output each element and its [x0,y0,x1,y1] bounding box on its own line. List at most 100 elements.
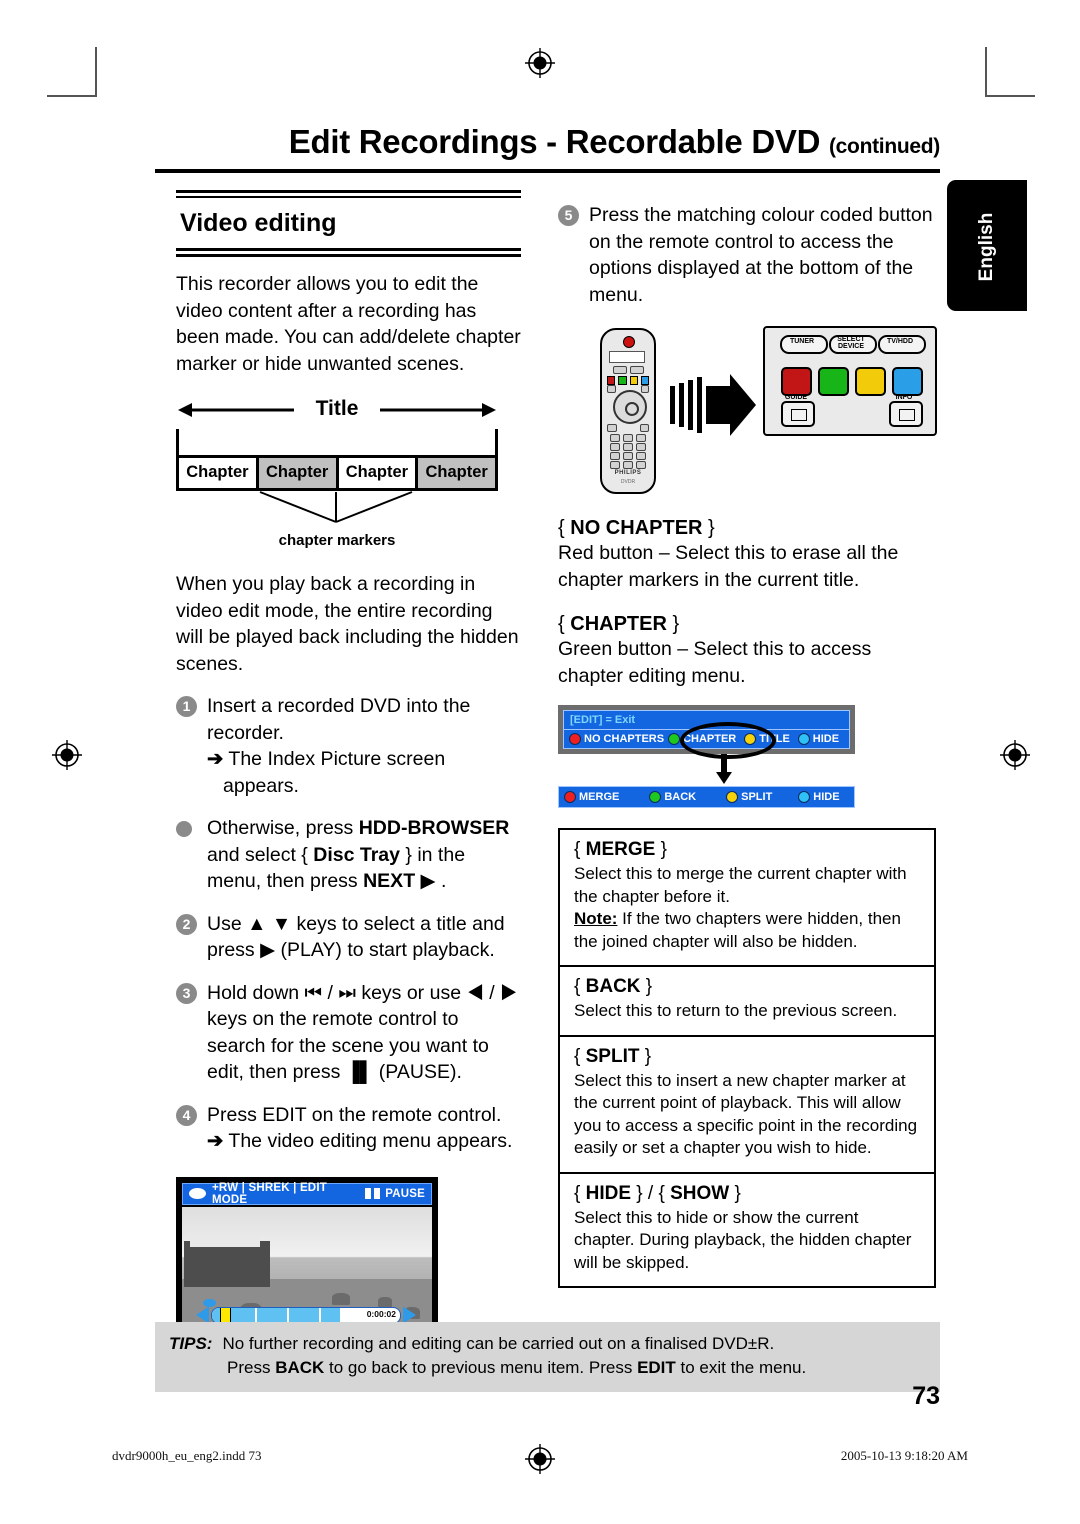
diagram-chapter-cell: Chapter [179,458,259,488]
bullet-hdd-browser: Otherwise, press HDD-BROWSER and select … [176,815,521,895]
hide-term-bold: HIDE [585,1182,632,1204]
menu-button-split[interactable]: SPLIT [726,791,772,803]
info-button[interactable] [889,401,923,427]
chapter-tick [255,1307,258,1323]
title-chapter-diagram: Title Chapter Chapter Chapter Chapter ch… [176,397,498,549]
tv-status-bar: +RW | SHREK | EDIT MODE PAUSE [182,1182,432,1206]
left-column: Video editing This recorder allows you t… [176,190,521,1379]
page-header: Edit Recordings - Recordable DVD (contin… [155,124,940,173]
remote-key [636,434,646,442]
disc-icon [189,1188,206,1199]
show-term-bold: SHOW [670,1182,730,1204]
hide-show-term: { HIDE } / { SHOW } [574,1182,741,1204]
remote-brand-label: PHILIPS [614,470,642,476]
hide-show-body: Select this to hide or show the current … [574,1207,912,1272]
remote-control-illustration: PHILIPS DVDR [600,328,656,494]
menu-button-no-chapters[interactable]: NO CHAPTERS [569,733,664,745]
chapter-term-bold: CHAPTER [570,613,667,635]
remote-key [610,434,620,442]
tv-video-frame: 0:00:02 0:00:00 [182,1206,432,1325]
playhead-cursor[interactable] [220,1307,231,1323]
chapter-options-box: { MERGE } Select this to merge the curre… [558,828,936,1288]
step-number: 4 [176,1104,197,1126]
imposition-timestamp: 2005-10-13 9:18:20 AM [840,1448,968,1463]
section-rule-bottom [176,248,521,251]
menu-button-hide[interactable]: HIDE [798,791,840,803]
language-tab: English [947,180,1027,311]
step-text: Hold down ⏮ / ⏭ keys or use ◀ / ▶ keys o… [207,981,518,1084]
step-result: ➔ The video editing menu appears. [207,1130,513,1152]
bullet-text-1: Otherwise, press [207,817,359,839]
menu-button-back[interactable]: BACK [649,791,696,803]
remote-key [636,443,646,451]
diagram-spacer [179,429,495,455]
blue-bullet-icon [797,733,810,745]
tips-bold-back: BACK [275,1358,325,1377]
menu-button-merge[interactable]: MERGE [564,791,619,803]
merge-term: { MERGE } [574,839,667,860]
section-rule-bottom-thin [176,254,521,257]
split-term: { SPLIT } [574,1045,652,1067]
blue-key-icon [640,376,649,385]
remote-key [639,424,649,432]
remote-key-row [607,443,649,451]
language-tab-label: English [976,212,997,281]
remote-key-row [607,461,649,469]
manual-page: Edit Recordings - Recordable DVD (contin… [0,0,1080,1524]
diagram-chapter-cell: Chapter [418,458,495,488]
step-number: 2 [176,913,197,935]
remote-key [607,385,616,393]
menu-bottom-frame: MERGE BACK SPLIT HIDE [558,786,855,808]
no-chapter-body: Red button – Select this to erase all th… [558,542,899,591]
red-bullet-icon [564,791,576,803]
remote-key [629,366,644,374]
menu-bottom-row: MERGE BACK SPLIT HIDE [558,786,855,808]
info-glyph-icon [899,409,915,421]
scrub-track[interactable]: 0:00:02 [211,1306,401,1324]
menu-button-hide[interactable]: HIDE [797,733,839,745]
green-key-icon [618,376,627,385]
scrub-left-arrow-icon[interactable] [196,1306,209,1324]
step-3: 3 Hold down ⏮ / ⏭ keys or use ◀ / ▶ keys… [176,980,521,1086]
bullet-bold-hdd-browser: HDD-BROWSER [358,817,510,839]
bush-shape [332,1292,350,1305]
remote-key [607,424,617,432]
green-colour-button[interactable] [818,367,849,396]
chapter-tick [319,1307,322,1323]
bullet-bold-next: NEXT [363,870,416,892]
registration-mark-right [998,738,1032,772]
info-label: INFO [895,394,913,401]
tv-current-time: 0:00:02 [366,1308,396,1319]
chapter-tick [287,1307,290,1323]
right-column: 5 Press the matching colour coded button… [558,190,937,1288]
remote-key [636,461,646,469]
diagram-chapter-cell: Chapter [258,458,339,488]
guide-button[interactable] [781,401,815,427]
crop-mark-top-left-v [95,47,97,97]
tips-label: TIPS: [169,1334,213,1353]
tuner-button-label: TUNER [789,338,815,345]
section-rule-top [176,190,521,193]
step-result: ➔ The Index Picture screen appears. [207,748,446,797]
power-button-icon [623,336,635,348]
red-colour-button[interactable] [781,367,812,396]
remote-panel-detail: TUNER SELECT DEVICE TV/HDD GUIDE INFO [763,326,937,436]
diagram-chapter-row: Chapter Chapter Chapter Chapter [179,455,495,488]
remote-display-icon [609,351,645,363]
crop-mark-top-right-h [985,95,1035,97]
remote-key [623,452,633,460]
blue-colour-button[interactable] [892,367,923,396]
intro-paragraph: This recorder allows you to edit the vid… [176,273,521,375]
definition-merge: { MERGE } Select this to merge the curre… [560,830,934,967]
merge-note-label: Note: [574,909,618,928]
menu-flow-diagram: [EDIT] = Exit NO CHAPTERS CHAPTER TITLE … [558,705,936,810]
remote-key-row [607,452,649,460]
split-term-bold: SPLIT [585,1045,640,1067]
scrub-right-arrow-icon[interactable] [403,1306,416,1324]
bullet-text-2: and select { [207,843,314,866]
yellow-colour-button[interactable] [855,367,886,396]
back-body: Select this to return to the previous sc… [574,1001,898,1020]
select-device-button-label: SELECT DEVICE [837,336,865,350]
step-5: 5 Press the matching colour coded button… [558,202,936,308]
remote-key [610,443,620,451]
